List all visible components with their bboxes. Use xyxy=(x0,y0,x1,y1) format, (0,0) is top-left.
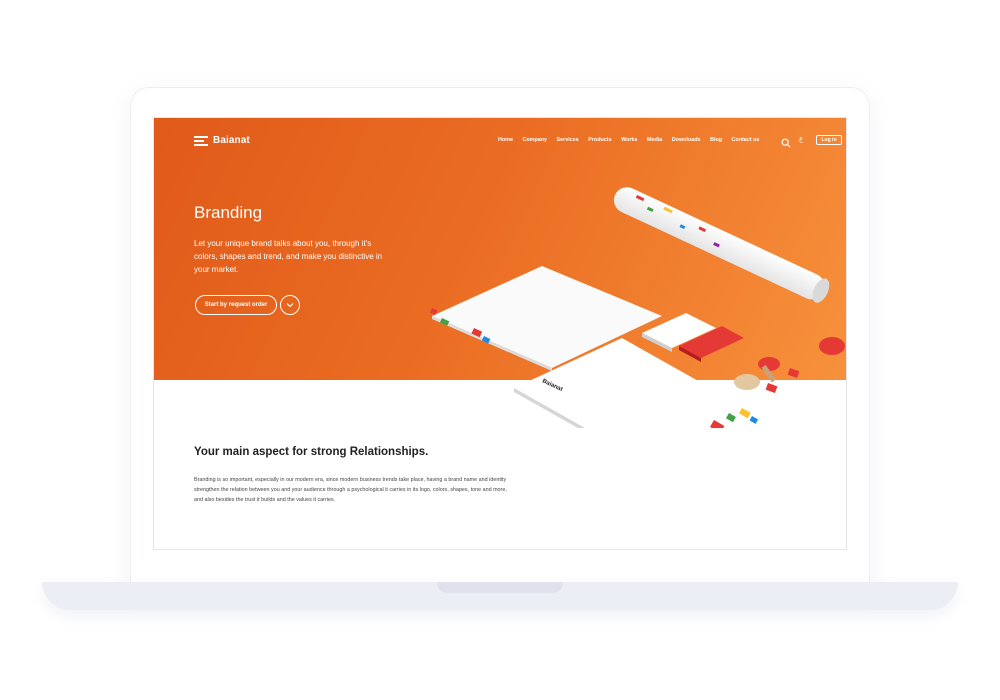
nav-item-media[interactable]: Media xyxy=(647,137,662,143)
nav-item-home[interactable]: Home xyxy=(498,137,513,143)
stationery-mockup-image: Baianat xyxy=(429,187,845,428)
hero-description: Let your unique brand talks about you, t… xyxy=(194,239,383,274)
brand-logo[interactable]: Baianat xyxy=(194,135,250,146)
search-icon[interactable] xyxy=(781,135,791,148)
brand-name: Baianat xyxy=(213,135,250,146)
request-order-button[interactable]: Start by request order xyxy=(195,295,277,315)
section-title: Your main aspect for strong Relationship… xyxy=(194,446,429,458)
login-button[interactable]: Log in xyxy=(816,135,842,145)
logo-mark-icon xyxy=(194,135,208,146)
chevron-down-icon xyxy=(286,303,294,308)
scroll-down-button[interactable] xyxy=(280,295,300,315)
main-nav: Home Company Services Products Works Med… xyxy=(498,137,759,143)
hero-title: Branding xyxy=(194,203,263,222)
laptop-notch xyxy=(437,582,563,593)
website-frame: Baianat Home Company Services Products W… xyxy=(153,117,847,550)
nav-item-products[interactable]: Products xyxy=(588,137,611,143)
nav-item-blog[interactable]: Blog xyxy=(710,137,722,143)
nav-item-works[interactable]: Works xyxy=(621,137,637,143)
nav-item-services[interactable]: Services xyxy=(557,137,579,143)
nav-item-downloads[interactable]: Downloads xyxy=(672,137,701,143)
nav-item-company[interactable]: Company xyxy=(522,137,547,143)
nav-item-contact[interactable]: Contact us xyxy=(732,137,760,143)
section-body: Branding is so important, especially in … xyxy=(194,477,507,503)
language-toggle[interactable]: ع xyxy=(799,135,803,143)
